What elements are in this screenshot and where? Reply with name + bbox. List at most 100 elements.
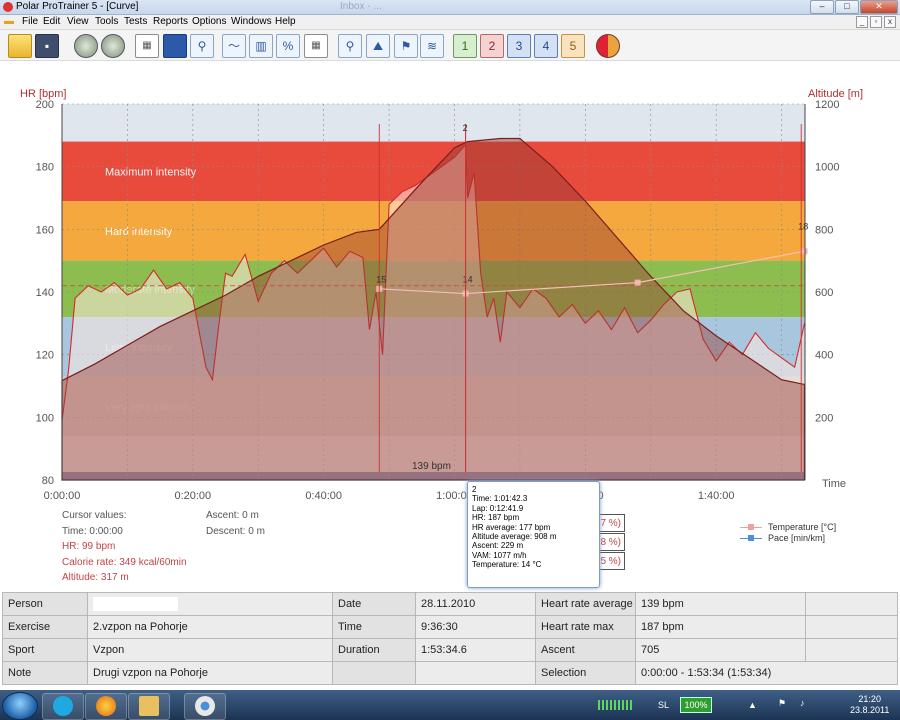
- hr-tick-label: 80: [42, 475, 54, 487]
- mdi-restore-button[interactable]: ▫: [870, 16, 882, 28]
- cell-time-label: Time: [332, 615, 416, 639]
- calendar-grid-icon[interactable]: ▦: [135, 34, 159, 58]
- settings-gear-2-icon[interactable]: [101, 34, 125, 58]
- flag-icon[interactable]: ⚑: [778, 698, 786, 709]
- chrome-icon[interactable]: [184, 693, 226, 720]
- cell-sport-value[interactable]: Vzpon: [87, 638, 333, 662]
- language-indicator[interactable]: SL: [658, 700, 669, 710]
- system-tray: SL 100% ▲ ⚑ ♪: [588, 693, 848, 718]
- cursor-time: Time: 0:00:00: [62, 525, 123, 537]
- menu-reports[interactable]: Reports: [153, 16, 188, 27]
- zoom-icon[interactable]: ⚲: [338, 34, 362, 58]
- curve-chart[interactable]: Maximum intensityHard intensityModerate …: [0, 90, 900, 510]
- cursor-descent: Descent: 0 m: [206, 525, 265, 537]
- mdi-doc-icon[interactable]: ▬: [4, 16, 14, 27]
- clock[interactable]: 21:20 23.8.2011: [850, 694, 889, 716]
- cell-selection-value: 0:00:00 - 1:53:34 (1:53:34): [635, 661, 898, 685]
- tooltip-line: HR average: 177 bpm: [472, 522, 551, 532]
- cell-ascent-value: 705: [635, 638, 806, 662]
- altitude-tick-label: 200: [815, 412, 833, 424]
- cell-ascent-label: Ascent: [535, 638, 636, 662]
- skype-icon[interactable]: [42, 693, 84, 720]
- cell-duration-label: Duration: [332, 638, 416, 662]
- title-bar: Polar ProTrainer 5 - [Curve] Inbox - ...…: [0, 0, 900, 15]
- menu-windows[interactable]: Windows: [231, 16, 272, 27]
- cell-empty: [805, 592, 898, 616]
- tray-expand-icon[interactable]: ▲: [748, 700, 757, 710]
- save-disk-icon[interactable]: ▪: [35, 34, 59, 58]
- legend-item-pace[interactable]: Pace [min/km]: [740, 533, 836, 544]
- cell-hr-max-label: Heart rate max: [535, 615, 636, 639]
- cell-hr-avg-value: 139 bpm: [635, 592, 806, 616]
- start-button[interactable]: [2, 692, 38, 720]
- altitude-tick-label: 400: [815, 350, 833, 362]
- menu-edit[interactable]: Edit: [43, 16, 60, 27]
- chart-legend: Temperature [°C] Pace [min/km]: [740, 522, 836, 544]
- zone-percent-3: 5 %): [598, 552, 625, 570]
- hr-tick-label: 120: [36, 350, 54, 362]
- minimize-button[interactable]: –: [810, 0, 834, 14]
- lap-marker-icon[interactable]: ⚑: [394, 34, 418, 58]
- chart-5-icon[interactable]: 5: [561, 34, 585, 58]
- chart-1-icon[interactable]: 1: [453, 34, 477, 58]
- table-row: Note Drugi vzpon na Pohorje Selection 0:…: [2, 661, 898, 685]
- curve-chart-icon[interactable]: 〜: [222, 34, 246, 58]
- tooltip-line: Altitude average: 908 m: [472, 532, 557, 542]
- cell-empty: [805, 615, 898, 639]
- explorer-icon[interactable]: [128, 693, 170, 720]
- column-chart-icon[interactable]: ▥: [249, 34, 273, 58]
- menu-bar: ▬ File Edit View Tools Tests Reports Opt…: [0, 15, 900, 30]
- cursor-calorie-rate: Calorie rate: 349 kcal/60min: [62, 556, 187, 568]
- menu-tests[interactable]: Tests: [124, 16, 147, 27]
- battery-indicator[interactable]: 100%: [680, 697, 712, 713]
- chart-2-icon[interactable]: 2: [480, 34, 504, 58]
- people-icon[interactable]: [596, 34, 620, 58]
- close-button[interactable]: ✕: [860, 0, 898, 14]
- legend-pace-label: Pace [min/km]: [768, 533, 826, 543]
- firefox-icon[interactable]: [85, 693, 127, 720]
- cell-person-value[interactable]: [87, 592, 333, 616]
- menu-options[interactable]: Options: [192, 16, 226, 27]
- signal-icon[interactable]: [598, 700, 632, 710]
- chart-1-label: 1: [461, 39, 469, 53]
- menu-file[interactable]: File: [22, 16, 38, 27]
- lap-marker-label: 14: [463, 275, 473, 285]
- hr-tick-label: 200: [36, 99, 54, 111]
- cell-time-value: 9:36:30: [415, 615, 536, 639]
- menu-view[interactable]: View: [67, 16, 89, 27]
- open-folder-icon[interactable]: [8, 34, 32, 58]
- mdi-close-button[interactable]: x: [884, 16, 896, 28]
- search-person-icon[interactable]: ⚲: [190, 34, 214, 58]
- cell-empty: [805, 638, 898, 662]
- cell-selection-label: Selection: [535, 661, 636, 685]
- menu-help[interactable]: Help: [275, 16, 296, 27]
- mdi-minimize-button[interactable]: _: [856, 16, 868, 28]
- chart-4-icon[interactable]: 4: [534, 34, 558, 58]
- diary-book-icon[interactable]: [163, 34, 187, 58]
- cell-exercise-value[interactable]: 2.vzpon na Pohorje: [87, 615, 333, 639]
- cell-empty: [415, 661, 536, 685]
- wave-icon[interactable]: ≋: [420, 34, 444, 58]
- legend-item-temperature[interactable]: Temperature [°C]: [740, 522, 836, 533]
- chart-3-icon[interactable]: 3: [507, 34, 531, 58]
- cell-note-value[interactable]: Drugi vzpon na Pohorje: [87, 661, 333, 685]
- zone-label: Hard intensity: [105, 226, 173, 238]
- cursor-altitude: Altitude: 317 m: [62, 572, 129, 583]
- cell-person-label: Person: [2, 592, 88, 616]
- zone-percent-1: 7 %): [598, 514, 625, 532]
- time-tick-label: 0:20:00: [174, 490, 211, 502]
- percent-chart-icon[interactable]: %: [276, 34, 300, 58]
- volume-icon[interactable]: ♪: [800, 698, 805, 708]
- tooltip-line: VAM: 1077 m/h: [472, 550, 527, 560]
- maximize-button[interactable]: □: [835, 0, 859, 14]
- toolbar: ▪ ▦ ⚲ 〜 ▥ % ▦ ⚲ ⛰ ⚑ ≋ 1 2 3 4 5: [0, 30, 900, 61]
- data-grid-icon[interactable]: ▦: [304, 34, 328, 58]
- cell-duration-value: 1:53:34.6: [415, 638, 536, 662]
- tooltip-line: HR: 187 bpm: [472, 513, 520, 523]
- polar-app-icon: [3, 2, 13, 12]
- altitude-icon[interactable]: ⛰: [366, 34, 390, 58]
- cell-date-label: Date: [332, 592, 416, 616]
- menu-tools[interactable]: Tools: [95, 16, 118, 27]
- settings-gear-icon[interactable]: [74, 34, 98, 58]
- cell-hr-avg-label: Heart rate average: [535, 592, 636, 616]
